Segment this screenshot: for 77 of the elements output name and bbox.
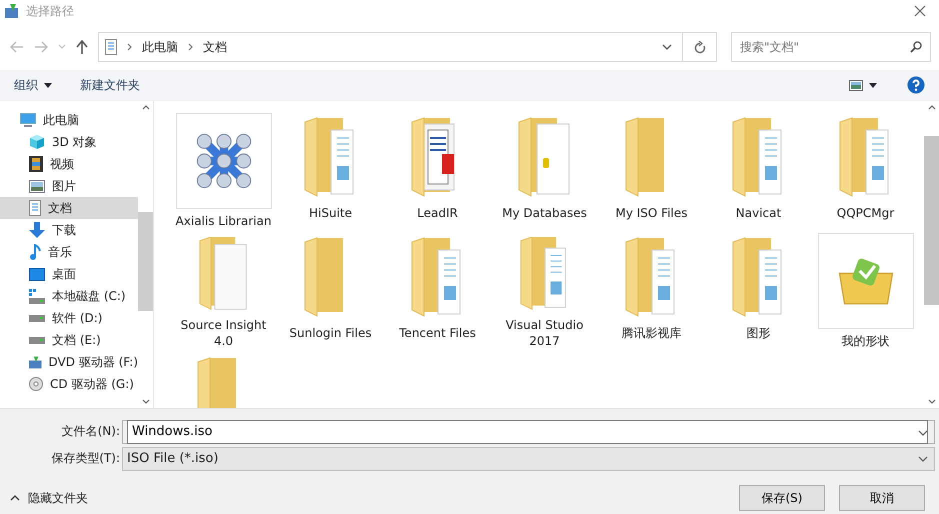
desktop-icon [29, 268, 45, 280]
file-item[interactable]: 腾讯影视库 [598, 229, 705, 349]
breadcrumb[interactable]: 此电脑 [142, 38, 178, 56]
dropdown-icon[interactable] [918, 430, 928, 436]
dropdown-icon [918, 456, 928, 462]
file-item[interactable]: Visual Studio 2017 [491, 229, 598, 349]
molecule-logo-icon [176, 113, 272, 209]
file-item[interactable]: Tencent Files [384, 229, 491, 349]
file-item[interactable]: HiSuite [277, 109, 384, 229]
new-folder-button[interactable]: 新建文件夹 [80, 76, 140, 94]
tree-item[interactable]: 3D 对象 [0, 131, 138, 153]
hide-folders-link[interactable]: 隐藏文件夹 [28, 490, 88, 506]
file-type-dropdown[interactable]: ISO File (*.iso) [122, 446, 935, 470]
file-item[interactable]: My Databases [491, 109, 598, 229]
monitor-icon [20, 112, 36, 128]
app-icon [4, 3, 20, 19]
drive-icon [29, 314, 45, 322]
cube-icon [29, 134, 45, 150]
tree-item[interactable]: 软件 (D:) [0, 307, 138, 329]
close-icon[interactable] [913, 4, 927, 18]
file-item[interactable]: LeadIR [384, 109, 491, 229]
search-icon [910, 41, 922, 53]
tree-item[interactable]: 本地磁盘 (C:) [0, 285, 138, 307]
disc-drive-icon [29, 354, 42, 370]
tree-item[interactable]: 文档 [0, 197, 138, 219]
file-item[interactable]: Axialis Librarian [170, 109, 277, 229]
tree-item[interactable]: 音乐 [0, 241, 138, 263]
address-bar[interactable]: 此电脑 文档 [98, 32, 683, 62]
file-item[interactable]: My ISO Files [598, 109, 705, 229]
tree-item[interactable]: 桌面 [0, 263, 138, 285]
music-note-icon [29, 244, 41, 260]
file-item[interactable]: Source Insight 4.0 [170, 229, 277, 349]
dialog-button[interactable]: 取消 [839, 485, 925, 511]
picture-icon [29, 180, 45, 192]
scroll-down-icon[interactable] [142, 399, 150, 404]
folder-shapes-icon [818, 233, 914, 329]
file-item[interactable]: Navicat [705, 109, 812, 229]
window-title: 选择路径 [26, 2, 74, 20]
scroll-up-icon[interactable] [928, 105, 936, 110]
chevron-icon [127, 43, 132, 51]
file-item[interactable]: Sunlogin Files [277, 229, 384, 349]
down-arrow-icon [29, 222, 45, 238]
film-icon [29, 156, 43, 172]
field-label: 保存类型(T): [50, 450, 121, 467]
file-item[interactable]: 图形 [705, 229, 812, 349]
organize-menu[interactable]: 组织 [14, 76, 38, 94]
caret-icon[interactable] [44, 82, 52, 88]
drive-icon [29, 336, 45, 344]
file-item[interactable]: QQPCMgr [812, 109, 919, 229]
dialog-button[interactable]: 保存(S) [739, 485, 825, 511]
help-icon[interactable] [907, 76, 925, 94]
disc-icon [29, 377, 43, 391]
chevron-up-icon[interactable] [10, 495, 20, 501]
refresh-icon [694, 40, 706, 54]
tree-item[interactable]: 此电脑 [0, 109, 138, 131]
tree-item[interactable]: 文档 (E:) [0, 329, 138, 351]
scroll-up-icon[interactable] [142, 105, 150, 110]
search-field[interactable]: 搜索"文档" [731, 32, 931, 62]
caret-icon[interactable] [869, 82, 877, 88]
drive-icon [29, 288, 45, 304]
tree-item[interactable]: 图片 [0, 175, 138, 197]
refresh-button[interactable] [683, 32, 717, 62]
field-label: 文件名(N): [60, 423, 121, 440]
chevron-icon [188, 43, 193, 51]
tree-item[interactable]: CD 驱动器 (G:) [0, 373, 138, 395]
breadcrumb[interactable]: 文档 [203, 38, 227, 56]
dropdown-icon[interactable] [662, 44, 672, 50]
scroll-down-icon[interactable] [928, 399, 936, 404]
tree-item[interactable]: DVD 驱动器 (F:) [0, 351, 138, 373]
file-item[interactable]: 我的形状 [812, 229, 919, 349]
tree-item[interactable]: 视频 [0, 153, 138, 175]
view-icon[interactable] [849, 80, 863, 90]
up-icon[interactable] [76, 40, 88, 54]
tree-item[interactable]: 下载 [0, 219, 138, 241]
document-icon [29, 200, 41, 216]
filename-field[interactable]: Windows.iso [127, 420, 928, 444]
document-icon [105, 39, 117, 55]
